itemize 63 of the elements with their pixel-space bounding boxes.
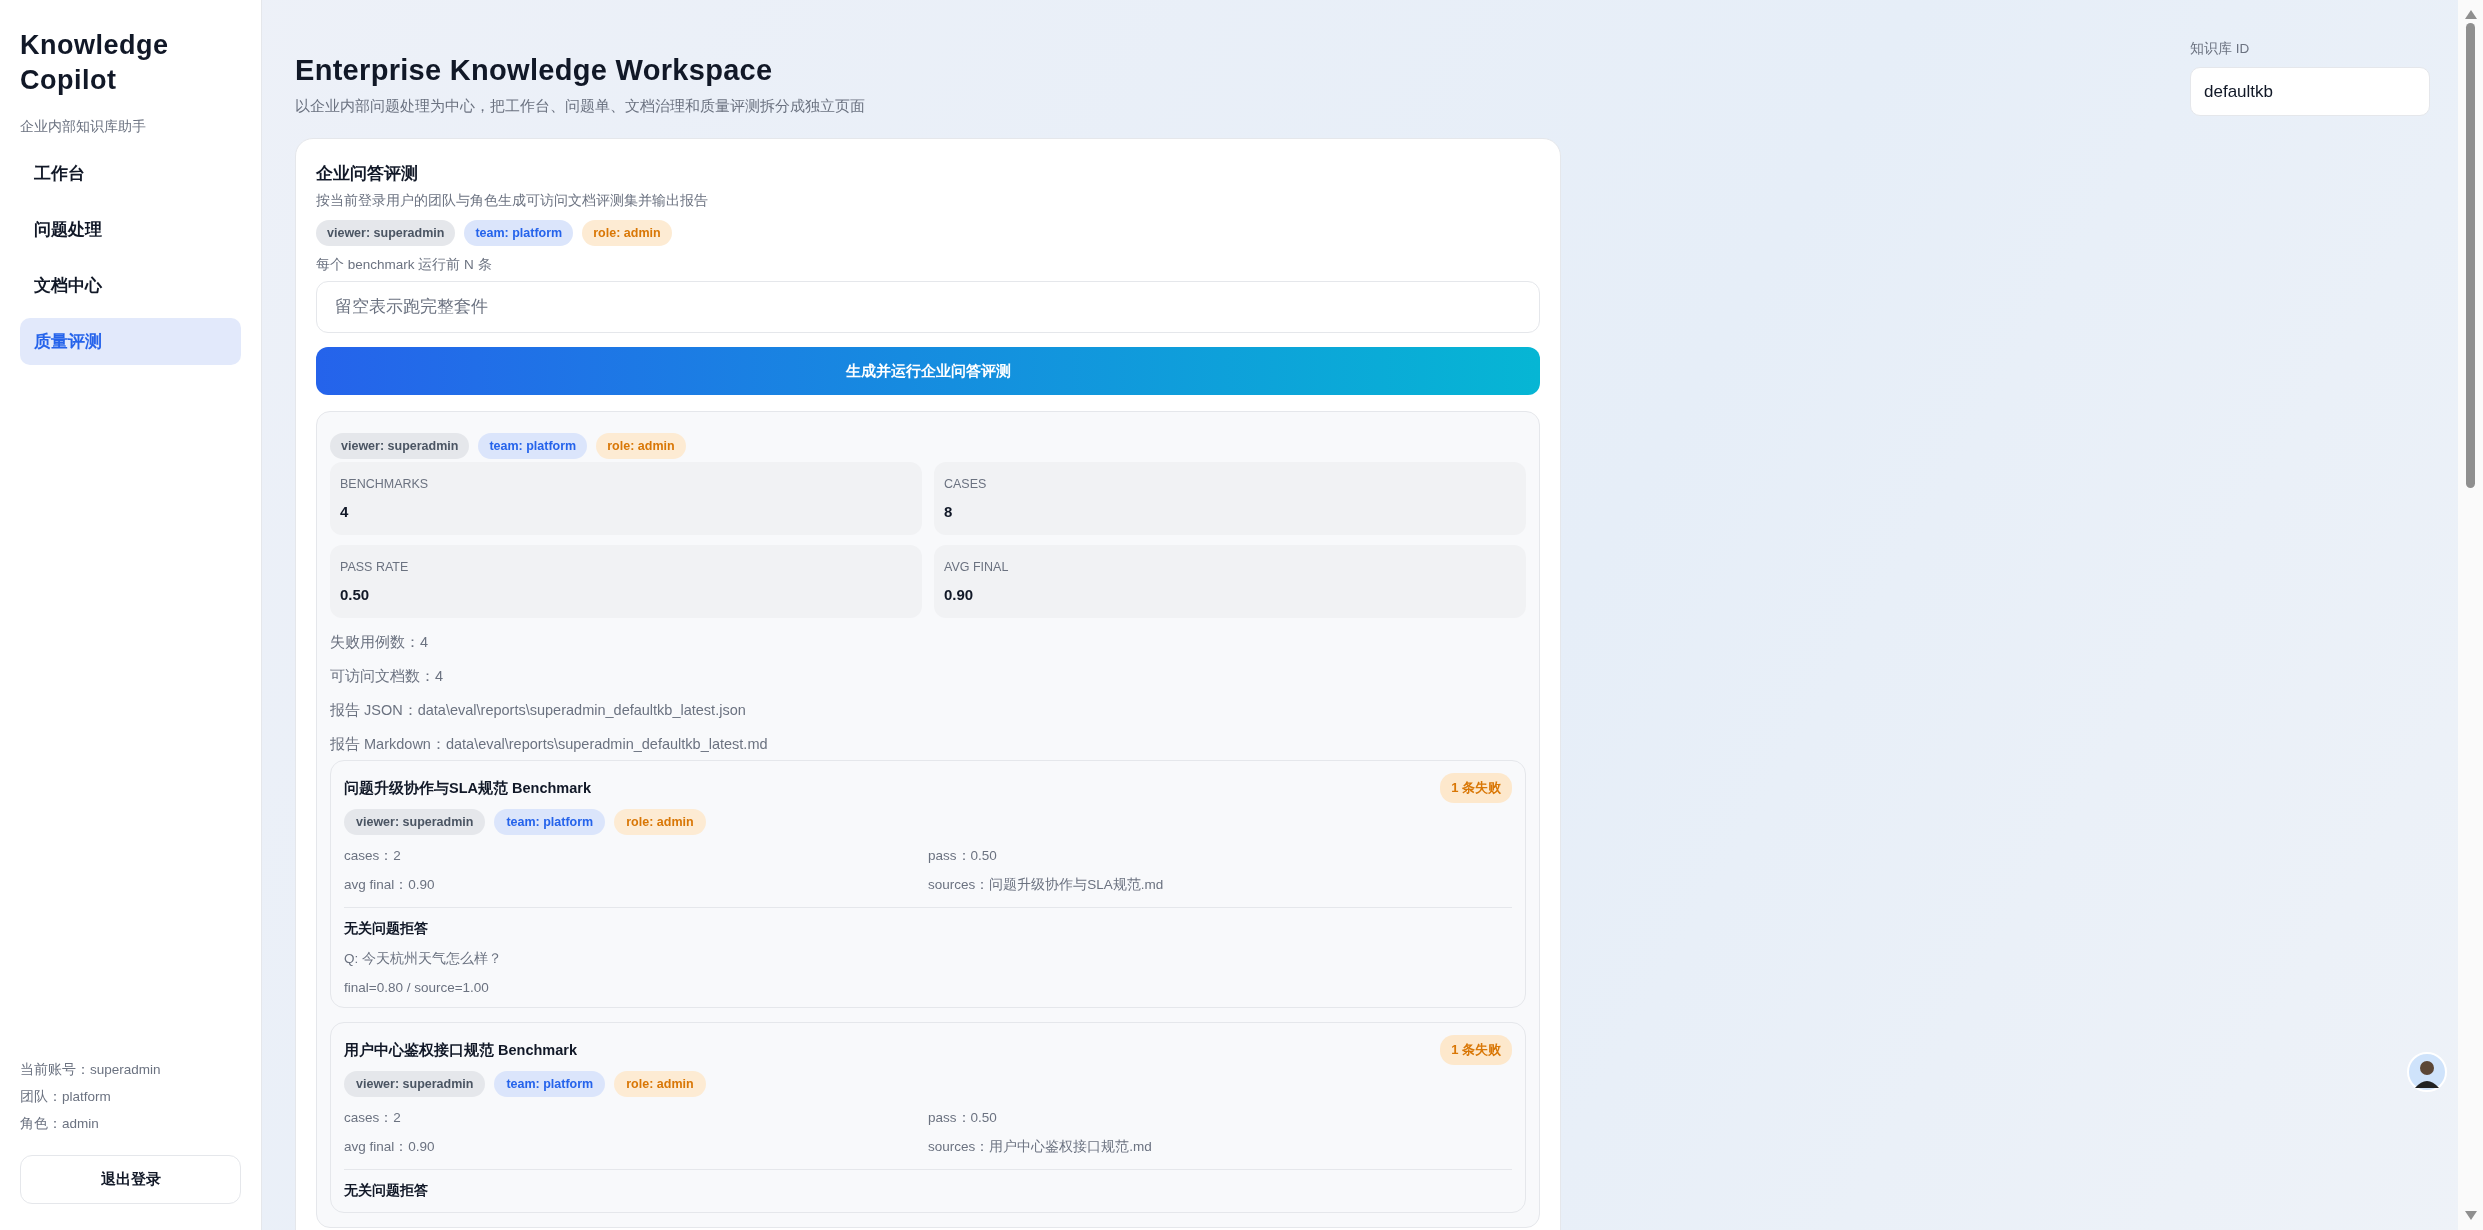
account-info: 团队：platform (20, 1088, 112, 1106)
metric-label: CASES (944, 477, 988, 491)
tag-chip: viewer: superadmin (344, 1071, 486, 1097)
tag-chip: viewer: superadmin (344, 809, 486, 835)
result-line: 报告 JSON：data\eval\reports\superadmin_defaultkb_latest.json (330, 701, 747, 720)
avatar-icon[interactable] (2407, 1052, 2447, 1092)
benchmark-stat: avg final：0.90 (344, 876, 436, 894)
tag-chip: role: admin (614, 1071, 706, 1097)
case-title: 无关问题拒答 (344, 920, 429, 938)
case-scores: final=0.80 / source=1.00 (344, 980, 490, 995)
metric-value: 0.50 (340, 586, 371, 603)
benchmark-stat: cases：2 (344, 1109, 402, 1127)
kb-id-input-field[interactable]: defaultkb (2190, 67, 2430, 116)
account-info: 当前账号：superadmin (20, 1061, 162, 1079)
benchmark-stat: sources：问题升级协作与SLA规范.md (928, 876, 1165, 894)
tag-chip: role: admin (614, 809, 706, 835)
tag-chip: team: platform (478, 433, 588, 459)
scroll-down-arrow-icon[interactable] (2464, 1211, 2477, 1220)
logout-button[interactable]: 退出登录 (20, 1155, 241, 1204)
nav-item[interactable]: 问题处理 (20, 206, 241, 253)
case-title: 无关问题拒答 (344, 1182, 429, 1200)
nav-item[interactable]: 质量评测 (20, 318, 241, 365)
field-label: 知识库 ID (2190, 40, 2251, 58)
result-line: 报告 Markdown：data\eval\reports\superadmin_defaultkb_latest.md (330, 735, 769, 754)
tag-chip: viewer: superadmin (330, 433, 470, 459)
case-question: Q: 今天杭州天气怎么样？ (344, 950, 503, 968)
result-line: 可访问文档数：4 (330, 667, 445, 686)
card-description: 按当前登录用户的团队与角色生成可访问文档评测集并输出报告 (316, 192, 709, 210)
metric-label: PASS RATE (340, 560, 410, 574)
metric-value: 0.90 (944, 586, 975, 603)
result-line: 失败用例数：4 (330, 633, 430, 652)
nav-item[interactable]: 工作台 (20, 150, 241, 197)
metric-value: 8 (944, 503, 954, 520)
field-label: 每个 benchmark 运行前 N 条 (316, 256, 493, 274)
app-title: Knowledge Copilot (20, 29, 170, 97)
benchmark-stat: cases：2 (344, 847, 402, 865)
tag-chip: team: platform (494, 1071, 606, 1097)
page-subtitle: 以企业内部问题处理为中心，把工作台、问题单、文档治理和质量评测拆分成独立页面 (295, 97, 866, 116)
benchmark-stat: pass：0.50 (928, 1109, 998, 1127)
failure-badge: 1 条失败 (1440, 1035, 1512, 1065)
metric-label: AVG FINAL (944, 560, 1010, 574)
limit-input-field[interactable]: 留空表示跑完整套件 (316, 281, 1540, 333)
card-title: 企业问答评测 (316, 163, 419, 185)
benchmark-stat: avg final：0.90 (344, 1138, 436, 1156)
account-info: 角色：admin (20, 1115, 100, 1133)
benchmark-title: 问题升级协作与SLA规范 Benchmark (344, 778, 591, 798)
benchmark-title: 用户中心鉴权接口规范 Benchmark (344, 1040, 577, 1060)
scroll-up-arrow-icon[interactable] (2464, 10, 2477, 19)
benchmark-stat: pass：0.50 (928, 847, 998, 865)
tag-chip: viewer: superadmin (316, 220, 456, 246)
app-subtitle: 企业内部知识库助手 (20, 118, 147, 136)
tag-chip: team: platform (464, 220, 574, 246)
tag-chip: role: admin (582, 220, 672, 246)
tag-chip: team: platform (494, 809, 606, 835)
tag-chip: role: admin (596, 433, 686, 459)
scrollbar-thumb[interactable] (2466, 23, 2475, 488)
failure-badge: 1 条失败 (1440, 773, 1512, 803)
nav-item[interactable]: 文档中心 (20, 262, 241, 309)
metric-value: 4 (340, 503, 350, 520)
run-evaluation-button[interactable]: 生成并运行企业问答评测 (316, 347, 1540, 395)
page-title: Enterprise Knowledge Workspace (295, 54, 774, 87)
benchmark-stat: sources：用户中心鉴权接口规范.md (928, 1138, 1153, 1156)
metric-label: BENCHMARKS (340, 477, 430, 491)
